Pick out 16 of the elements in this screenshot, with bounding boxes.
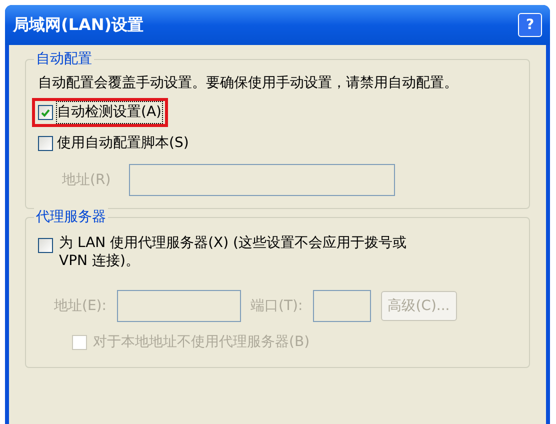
description-text: 自动配置会覆盖手动设置。要确保使用手动设置，请禁用自动配置。: [38, 74, 459, 92]
checkbox[interactable]: [38, 136, 53, 151]
input-field[interactable]: [116, 290, 240, 322]
field-label: 端口(T):: [250, 296, 303, 316]
checkbox-label[interactable]: 自动检测设置(A): [57, 102, 162, 123]
checkbox[interactable]: [38, 105, 53, 120]
checkbox[interactable]: [38, 238, 53, 253]
field-label: 地址(E):: [54, 296, 106, 316]
window-title: 局域网(LAN)设置: [13, 14, 144, 36]
checkmark-icon: [41, 108, 50, 116]
field-label: 地址(R): [62, 170, 111, 190]
checkbox-label[interactable]: 为 LAN 使用代理服务器(X) (这些设置不会应用于拨号或 VPN 连接)。: [59, 234, 437, 270]
help-button[interactable]: ?: [518, 13, 542, 37]
input-field[interactable]: [312, 290, 371, 322]
checkbox-label[interactable]: 使用自动配置脚本(S): [57, 133, 189, 154]
input-field[interactable]: [128, 164, 395, 196]
